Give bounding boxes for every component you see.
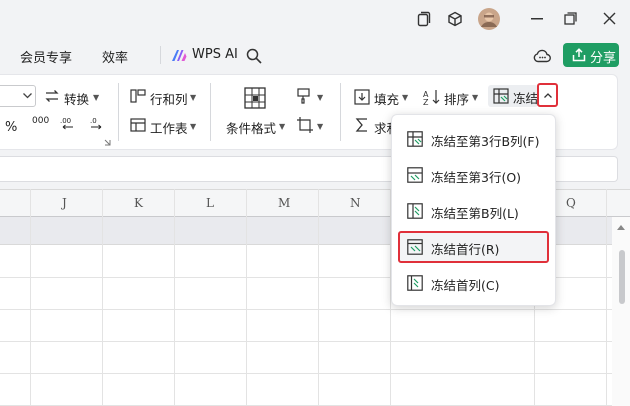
search-icon[interactable] xyxy=(246,48,262,64)
avatar[interactable] xyxy=(478,8,500,30)
window-restore-icon[interactable] xyxy=(417,11,431,27)
menu-divider xyxy=(160,46,161,64)
freeze-menu-item-first-row[interactable]: 冻结首行(R) xyxy=(398,231,549,263)
freeze-menu-label: 冻结首列(C) xyxy=(431,278,500,293)
increase-decimal-icon[interactable]: .0 xyxy=(88,117,104,131)
sum-button[interactable]: 求和 xyxy=(374,118,392,137)
share-label: 分享 xyxy=(590,51,617,66)
column-header-m[interactable]: M xyxy=(278,196,290,210)
percent-button[interactable]: % xyxy=(5,120,17,135)
crop-caret-icon: ▼ xyxy=(317,122,324,131)
freeze-menu-label: 冻结至第3行B列(F) xyxy=(431,134,540,149)
grid-line xyxy=(0,309,612,310)
ribbon-divider xyxy=(340,83,341,141)
convert-icon xyxy=(44,89,60,103)
convert-caret-icon: ▼ xyxy=(93,93,100,102)
share-icon xyxy=(572,48,586,62)
svg-text:.0: .0 xyxy=(90,117,97,125)
freeze-menu-item-row3-colb[interactable]: 冻结至第3行B列(F) xyxy=(398,123,549,155)
sort-icon: AZ xyxy=(423,89,441,105)
cond-format-caret-icon: ▼ xyxy=(279,122,286,131)
conditional-format-icon xyxy=(244,87,266,109)
menu-efficiency[interactable]: 效率 xyxy=(102,47,128,66)
sort-button[interactable]: 排序 xyxy=(444,89,469,108)
menu-wps-ai[interactable]: WPS AI xyxy=(192,47,238,62)
row-col-button[interactable]: 行和列 xyxy=(150,89,188,108)
grid-line xyxy=(0,341,612,342)
freeze-menu-label: 冻结至第B列(L) xyxy=(431,206,519,221)
svg-text:Z: Z xyxy=(423,98,429,105)
crop-icon[interactable] xyxy=(297,117,313,133)
scroll-up-icon[interactable] xyxy=(617,225,625,230)
freeze-menu-item-first-col[interactable]: 冻结首列(C) xyxy=(398,267,549,299)
sum-icon xyxy=(355,118,369,132)
conditional-format-button[interactable]: 条件格式 xyxy=(226,118,276,137)
freeze-button[interactable]: 冻结 xyxy=(488,85,538,107)
close-icon[interactable] xyxy=(603,12,616,25)
cube-icon[interactable] xyxy=(447,11,463,27)
freeze-rows-cols-icon xyxy=(407,131,423,147)
maximize-icon[interactable] xyxy=(564,12,577,25)
freeze-first-col-icon xyxy=(407,275,423,291)
convert-button[interactable]: 转换 xyxy=(64,89,89,108)
freeze-first-row-icon xyxy=(407,239,423,255)
chevron-up-icon xyxy=(544,93,552,98)
ribbon-divider xyxy=(210,83,211,141)
title-bar xyxy=(0,0,630,38)
worksheet-caret-icon: ▼ xyxy=(190,122,197,131)
freeze-menu-label: 冻结至第3行(O) xyxy=(431,170,522,185)
style-caret-icon: ▼ xyxy=(317,93,324,102)
column-header-l[interactable]: L xyxy=(206,196,214,210)
chevron-down-icon xyxy=(23,93,32,99)
freeze-menu-item-colb[interactable]: 冻结至第B列(L) xyxy=(398,195,549,227)
wps-ai-logo-icon xyxy=(171,49,187,62)
vertical-scrollbar[interactable] xyxy=(612,217,630,406)
fill-caret-icon: ▼ xyxy=(402,93,409,102)
worksheet-icon xyxy=(130,118,146,132)
decrease-decimal-icon[interactable]: .00 xyxy=(60,117,76,131)
row-col-caret-icon: ▼ xyxy=(190,93,197,102)
column-header-q[interactable]: Q xyxy=(566,196,576,210)
column-header-j[interactable]: J xyxy=(62,196,67,210)
freeze-cols-icon xyxy=(407,203,423,219)
fill-button[interactable]: 填充 xyxy=(374,89,399,108)
style-icon[interactable] xyxy=(297,88,313,104)
freeze-dropdown-toggle[interactable] xyxy=(537,83,558,107)
sort-caret-icon: ▼ xyxy=(472,93,479,102)
number-format-select[interactable] xyxy=(0,85,36,107)
freeze-menu-item-row3[interactable]: 冻结至第3行(O) xyxy=(398,159,549,191)
menu-bar: 会员专享 效率 WPS AI xyxy=(0,38,630,74)
thousands-button[interactable]: 000 xyxy=(32,116,49,126)
freeze-menu-label: 冻结首行(R) xyxy=(431,242,500,257)
share-button[interactable]: 分享 xyxy=(563,43,619,67)
worksheet-button[interactable]: 工作表 xyxy=(150,118,188,137)
freeze-rows-icon xyxy=(407,167,423,183)
freeze-icon xyxy=(493,88,509,104)
group-expand-icon[interactable] xyxy=(104,139,111,146)
cloud-icon[interactable] xyxy=(533,48,551,63)
freeze-label: 冻结 xyxy=(513,91,537,106)
menu-member[interactable]: 会员专享 xyxy=(20,47,72,66)
column-header-n[interactable]: N xyxy=(350,196,361,210)
column-header-k[interactable]: K xyxy=(134,196,143,210)
svg-text:.00: .00 xyxy=(60,117,71,125)
freeze-menu: 冻结至第3行B列(F) 冻结至第3行(O) 冻结至第B列(L) 冻结首行(R) … xyxy=(391,114,556,306)
row-col-icon xyxy=(130,89,146,103)
ribbon-divider xyxy=(118,83,119,141)
grid-line xyxy=(0,373,612,374)
scroll-thumb[interactable] xyxy=(619,250,625,304)
fill-icon xyxy=(354,89,370,105)
minimize-icon[interactable] xyxy=(531,18,543,20)
